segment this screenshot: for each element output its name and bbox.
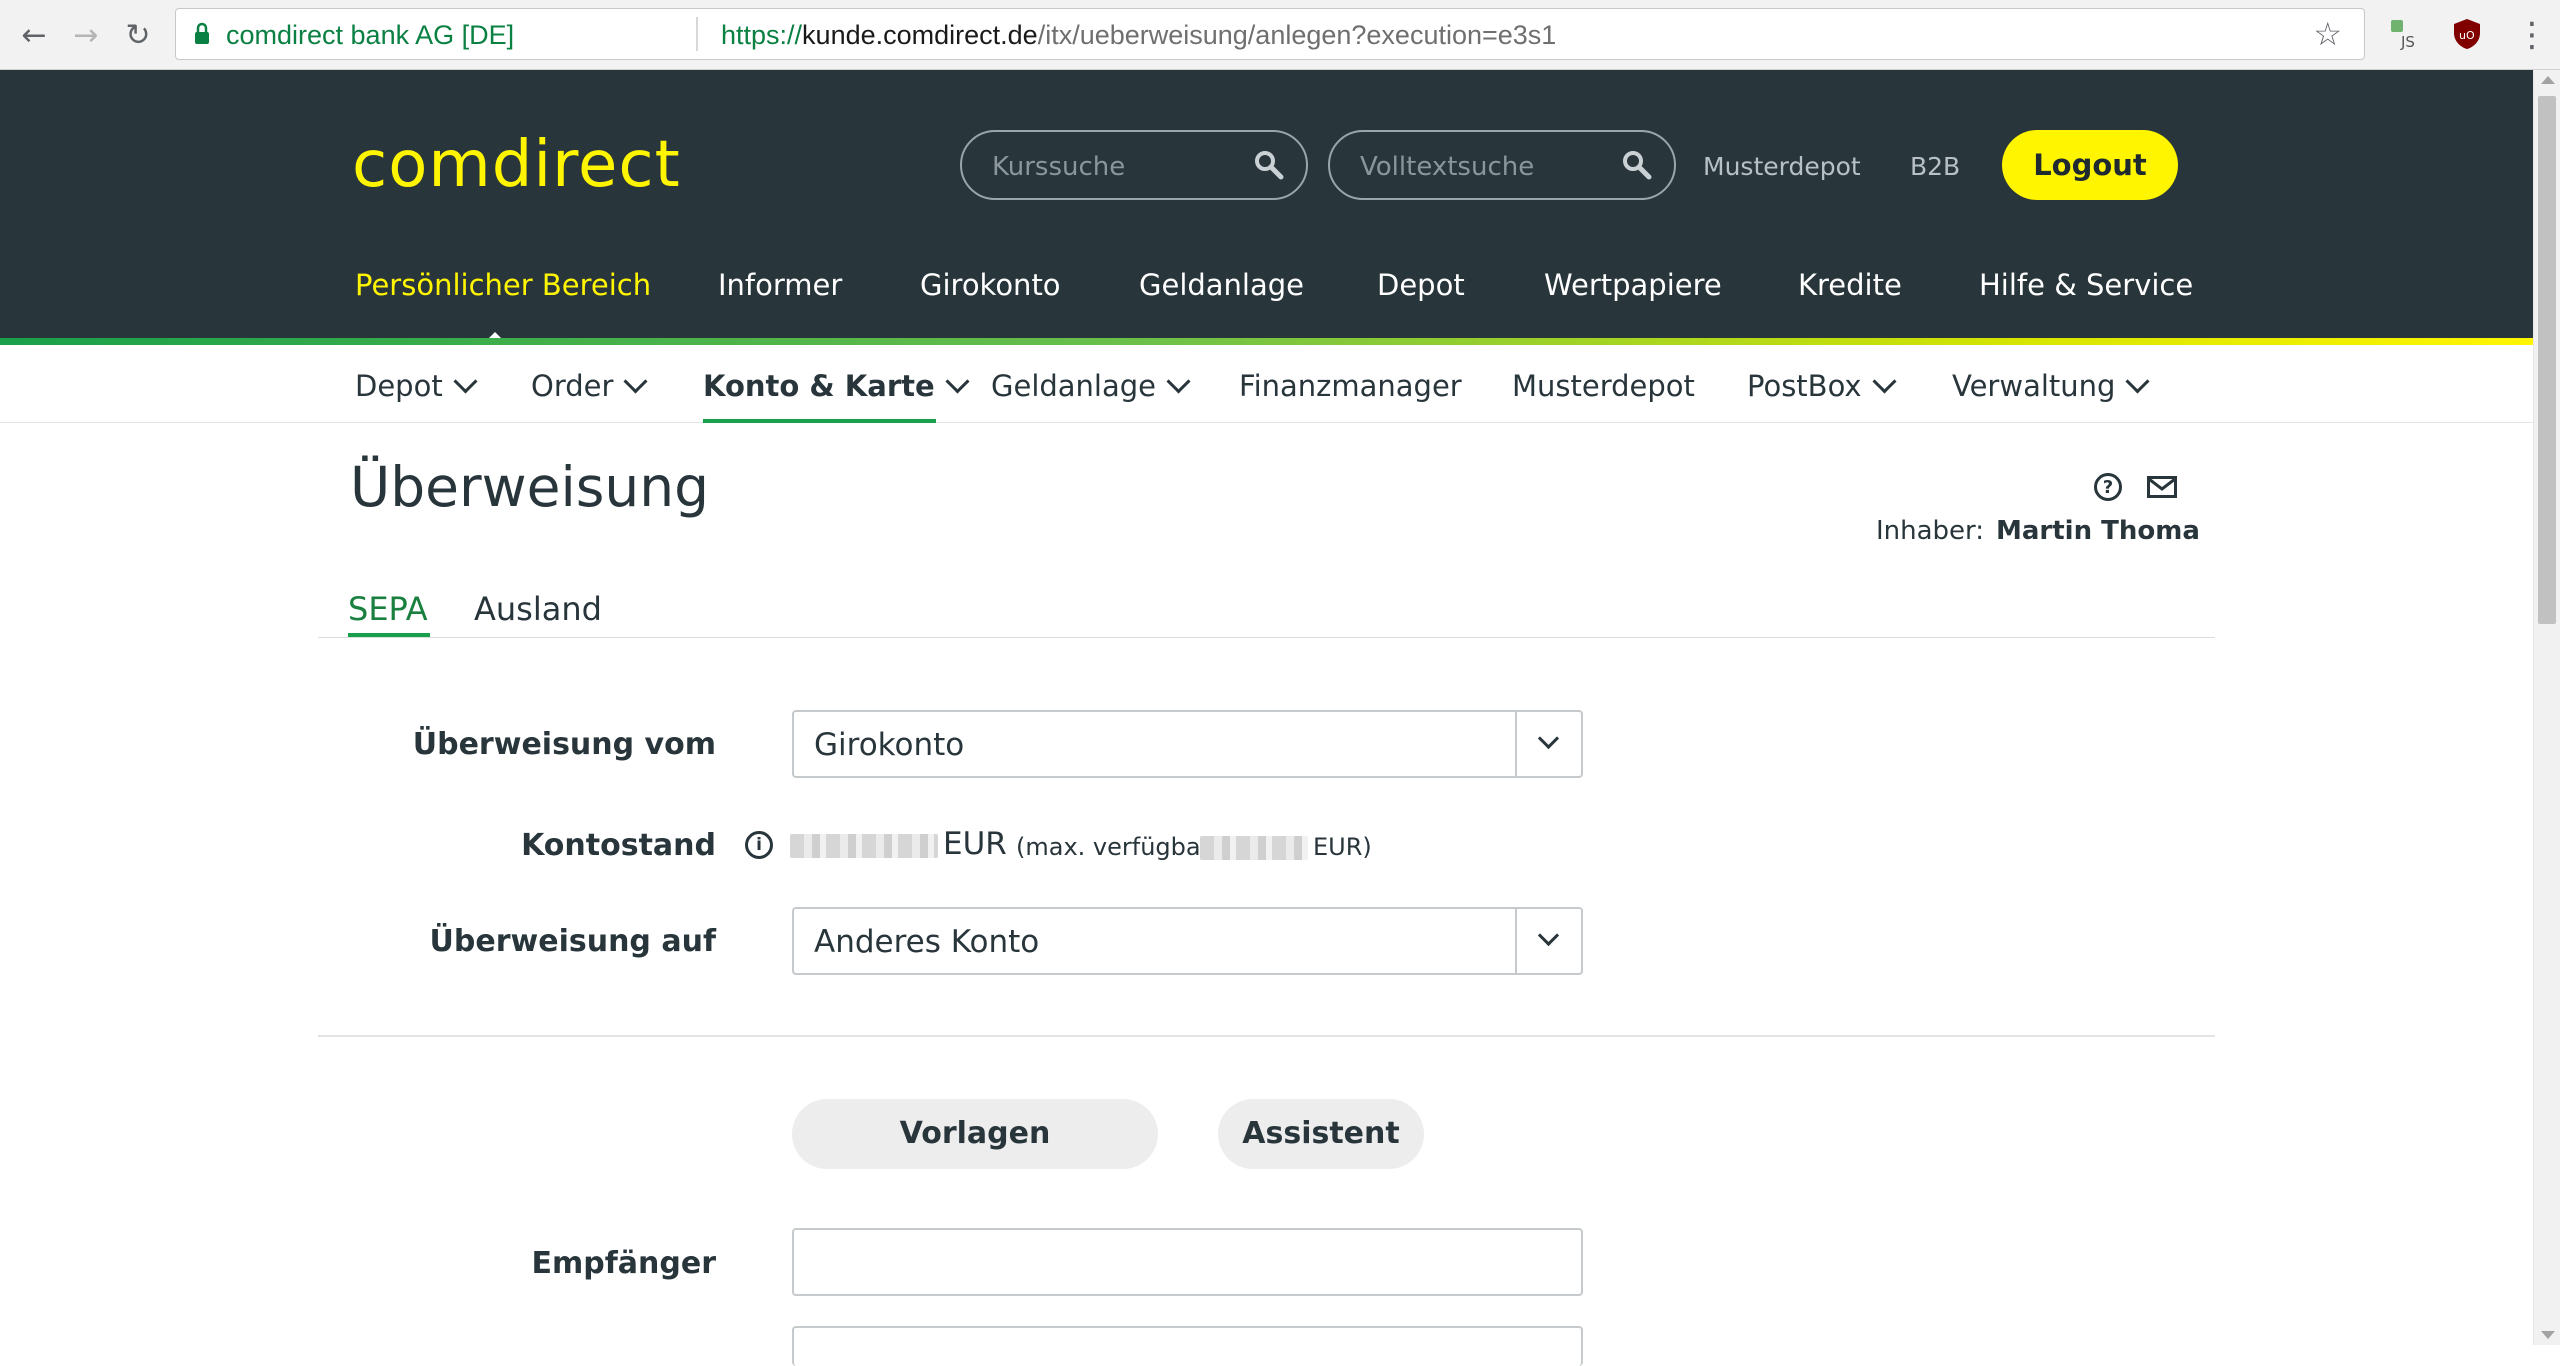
chevron-down-icon [1166, 369, 1191, 394]
javascript-extension-icon[interactable]: JS [2388, 17, 2422, 51]
assistent-button[interactable]: Assistent [1218, 1099, 1424, 1169]
mainnav-hilfe-service[interactable]: Hilfe & Service [1979, 268, 2193, 302]
available-balance-currency: EUR) [1313, 833, 1372, 861]
select-divider [1515, 712, 1517, 776]
subnav-postbox[interactable]: PostBox [1747, 369, 1897, 403]
tab-ausland[interactable]: Ausland [474, 590, 602, 628]
header-gradient-divider [0, 338, 2533, 345]
vorlagen-button[interactable]: Vorlagen [792, 1099, 1158, 1169]
subnav-verwaltung[interactable]: Verwaltung [1952, 369, 2150, 403]
tab-sepa[interactable]: SEPA [348, 590, 428, 628]
chevron-down-icon [1872, 369, 1897, 394]
from-account-select[interactable]: Girokonto [792, 710, 1583, 778]
tabs-divider [318, 637, 2215, 638]
mainnav-kredite[interactable]: Kredite [1798, 268, 1902, 302]
forward-arrow-icon[interactable]: → [66, 15, 106, 55]
b2b-link[interactable]: B2B [1910, 152, 1960, 181]
to-account-label: Überweisung auf [429, 924, 716, 959]
recipient-input[interactable] [792, 1228, 1583, 1296]
available-amount-redacted [1200, 836, 1308, 860]
musterdepot-link[interactable]: Musterdepot [1703, 152, 1861, 181]
chevron-down-icon[interactable] [1537, 924, 1560, 947]
kurssuche-input[interactable]: Kurssuche [960, 130, 1308, 200]
mainnav-informer[interactable]: Informer [718, 268, 842, 302]
ublock-shield-icon[interactable]: uO [2450, 17, 2484, 51]
address-separator [696, 17, 698, 51]
site-identity: comdirect bank AG [DE] [226, 20, 515, 50]
browser-toolbar: ← → ↻ comdirect bank AG [DE] https://kun… [0, 0, 2560, 70]
subnav-depot[interactable]: Depot [355, 369, 478, 403]
chevron-down-icon[interactable] [1537, 727, 1560, 750]
owner-label: Inhaber: [1876, 516, 1985, 546]
url-text: https://kunde.comdirect.de/itx/ueberweis… [721, 20, 1557, 50]
subnav-konto-karte[interactable]: Konto & Karte [703, 369, 970, 403]
chevron-down-icon [2125, 369, 2150, 394]
chevron-down-icon [945, 369, 970, 394]
kurssuche-placeholder: Kurssuche [992, 152, 1126, 182]
search-icon[interactable] [1254, 150, 1284, 180]
sub-navigation: Depot Order Konto & Karte Geldanlage Fin… [0, 345, 2533, 423]
subnav-finanzmanager[interactable]: Finanzmanager [1239, 369, 1462, 403]
page-title: Überweisung [350, 455, 710, 519]
scroll-down-icon[interactable] [2541, 1331, 2555, 1339]
balance-currency: EUR [943, 826, 1007, 862]
scroll-thumb[interactable] [2538, 96, 2556, 624]
from-account-label: Überweisung vom [412, 727, 716, 762]
subnav-musterdepot[interactable]: Musterdepot [1512, 369, 1695, 403]
svg-text:JS: JS [2400, 33, 2415, 51]
scroll-up-icon[interactable] [2541, 76, 2555, 84]
site-header: comdirect Kurssuche Volltextsuche Muster… [0, 70, 2533, 343]
balance-label: Kontostand [521, 828, 716, 863]
owner-name: Martin Thoma [1996, 516, 2200, 546]
available-balance-note: (max. verfügbar [1016, 833, 1211, 861]
select-divider [1515, 909, 1517, 973]
balance-amount-redacted [790, 834, 938, 858]
mail-icon[interactable] [2147, 476, 2177, 498]
lock-icon [195, 22, 209, 44]
chevron-down-icon [623, 369, 648, 394]
info-icon[interactable]: i [745, 831, 773, 859]
reload-icon[interactable]: ↻ [118, 15, 158, 55]
logout-button[interactable]: Logout [2002, 130, 2178, 200]
section-divider [318, 1035, 2215, 1037]
to-account-select[interactable]: Anderes Konto [792, 907, 1583, 975]
back-arrow-icon[interactable]: ← [14, 15, 54, 55]
comdirect-logo[interactable]: comdirect [352, 128, 681, 202]
volltextsuche-placeholder: Volltextsuche [1360, 152, 1535, 182]
browser-menu-icon[interactable]: ⋮ [2515, 16, 2549, 54]
to-account-value: Anderes Konto [814, 924, 1040, 960]
address-bar[interactable]: comdirect bank AG [DE] https://kunde.com… [175, 8, 2365, 60]
mainnav-geldanlage[interactable]: Geldanlage [1139, 268, 1304, 302]
help-icon[interactable]: ? [2094, 473, 2122, 501]
mainnav-persoenlicher-bereich[interactable]: Persönlicher Bereich [355, 268, 651, 302]
from-account-value: Girokonto [814, 727, 965, 763]
recipient-label: Empfänger [531, 1246, 717, 1281]
mainnav-girokonto[interactable]: Girokonto [920, 268, 1061, 302]
page-scrollbar[interactable] [2533, 70, 2560, 1345]
next-form-input[interactable] [792, 1326, 1583, 1366]
search-icon[interactable] [1622, 150, 1652, 180]
bookmark-star-icon[interactable]: ☆ [2313, 15, 2342, 53]
chevron-down-icon [453, 369, 478, 394]
svg-text:uO: uO [2459, 29, 2475, 42]
subnav-active-underline [703, 419, 936, 423]
subnav-geldanlage[interactable]: Geldanlage [991, 369, 1191, 403]
mainnav-depot[interactable]: Depot [1377, 268, 1465, 302]
mainnav-wertpapiere[interactable]: Wertpapiere [1544, 268, 1722, 302]
subnav-order[interactable]: Order [531, 369, 648, 403]
volltextsuche-input[interactable]: Volltextsuche [1328, 130, 1676, 200]
